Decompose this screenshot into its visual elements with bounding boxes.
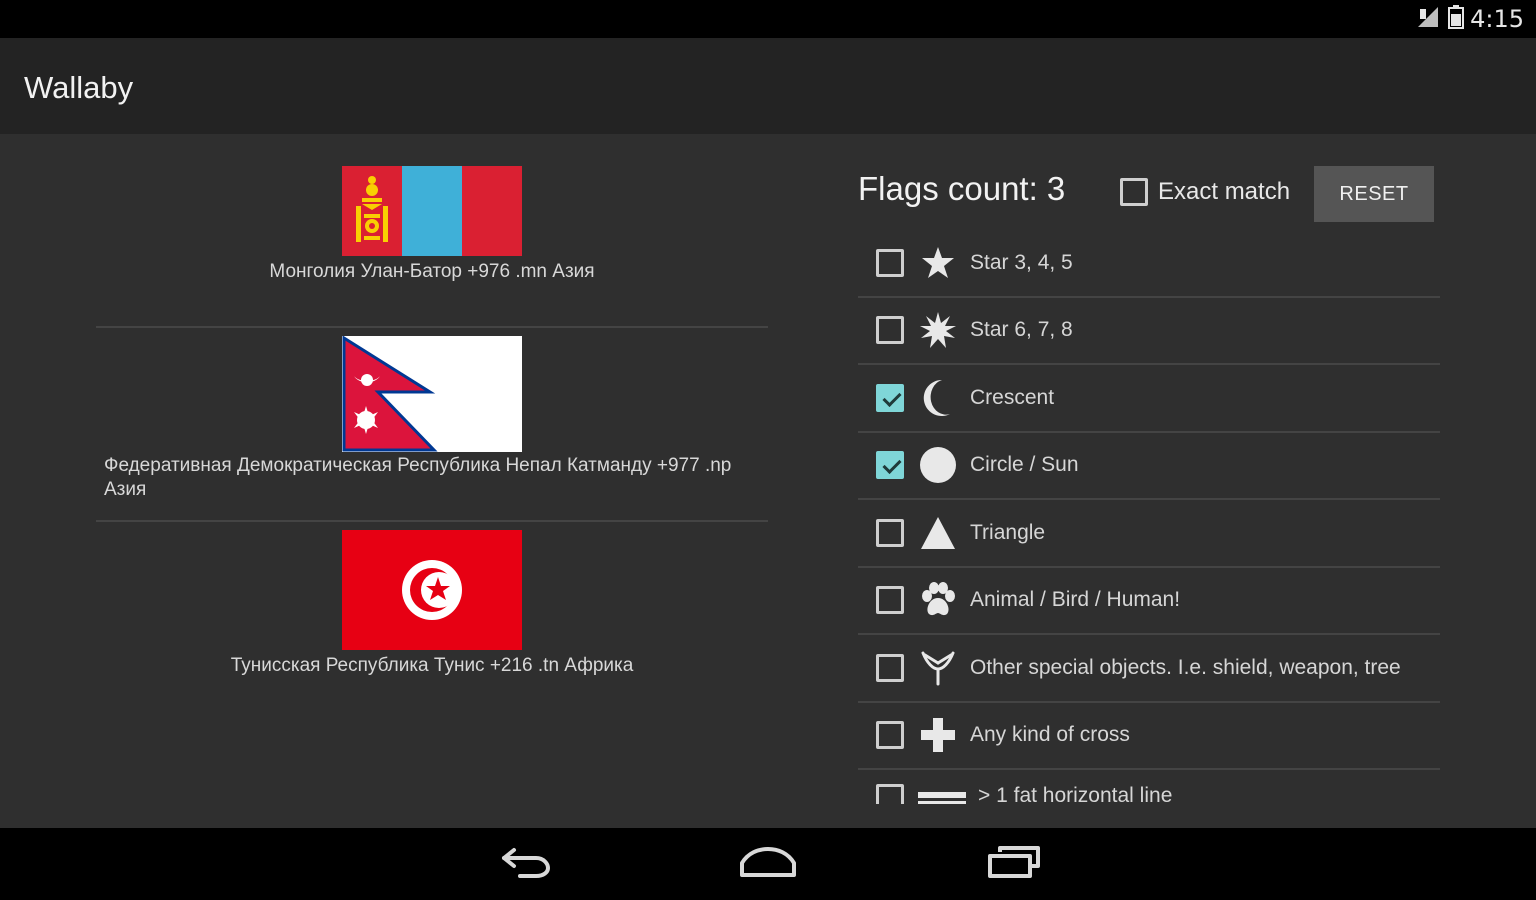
home-icon	[738, 845, 798, 884]
back-button[interactable]	[494, 842, 558, 886]
content: Монголия Улан-Батор +976 .mn Азия Федера…	[0, 134, 1536, 828]
status-bar: 4:15	[0, 0, 1536, 38]
sunburst-star-icon	[918, 310, 958, 350]
filter-row-triangle[interactable]: Triangle	[858, 500, 1440, 568]
filter-row-cross[interactable]: Any kind of cross	[858, 703, 1440, 770]
filter-label: > 1 fat horizontal line	[978, 784, 1173, 804]
battery-icon	[1448, 4, 1465, 34]
star-icon	[918, 243, 958, 283]
signal-icon	[1416, 5, 1442, 34]
exact-match-checkbox-box[interactable]	[1120, 178, 1148, 206]
filter-checkbox[interactable]	[876, 451, 904, 480]
filter-row-horizontal-lines[interactable]: > 1 fat horizontal line	[858, 770, 1440, 804]
flag-list-item[interactable]: Федеративная Демократическая Республика …	[96, 336, 768, 522]
back-icon	[498, 844, 554, 885]
horizontal-lines-icon	[918, 784, 966, 804]
filter-row-special-objects[interactable]: Other special objects. I.e. shield, weap…	[858, 635, 1440, 703]
filter-row-animal[interactable]: Animal / Bird / Human!	[858, 568, 1440, 635]
flag-caption: Монголия Улан-Батор +976 .mn Азия	[269, 261, 595, 282]
status-icons: 4:15	[1416, 4, 1524, 34]
screen: 4:15 Wallaby Монголия Улан-Батор +976 .m…	[0, 0, 1536, 900]
filter-label: Star 6, 7, 8	[970, 318, 1073, 342]
filter-checkbox[interactable]	[876, 721, 904, 750]
filter-label: Crescent	[970, 385, 1055, 409]
reset-button[interactable]: RESET	[1314, 166, 1434, 222]
filter-checkbox[interactable]	[876, 518, 904, 547]
filter-label: Star 3, 4, 5	[970, 250, 1073, 274]
filter-label: Any kind of cross	[970, 723, 1130, 747]
filter-checkbox[interactable]	[876, 653, 904, 682]
home-button[interactable]	[736, 842, 800, 886]
filter-row-star-6-7-8[interactable]: Star 6, 7, 8	[858, 298, 1440, 365]
action-bar: Wallaby	[0, 38, 1536, 134]
filter-label: Triangle	[970, 520, 1046, 544]
circle-icon	[918, 445, 958, 485]
status-time: 4:15	[1470, 5, 1524, 33]
filter-checkbox[interactable]	[876, 316, 904, 345]
filter-label: Circle / Sun	[970, 453, 1079, 477]
cross-icon	[918, 715, 958, 755]
filter-list: Star 3, 4, 5 Star 6, 7, 8 Crescent Circl…	[858, 230, 1440, 804]
filter-panel: Flags count: 3 Exact match RESET Star 3,…	[858, 134, 1440, 804]
paw-icon	[918, 580, 958, 620]
exact-match-checkbox[interactable]: Exact match	[1120, 178, 1290, 206]
flag-caption: Тунисская Республика Тунис +216 .tn Афри…	[230, 655, 634, 676]
app-title: Wallaby	[24, 70, 134, 105]
filter-checkbox[interactable]	[876, 784, 904, 804]
filter-row-star-3-4-5[interactable]: Star 3, 4, 5	[858, 230, 1440, 298]
filter-checkbox[interactable]	[876, 586, 904, 615]
flags-count-label: Flags count: 3	[858, 170, 1066, 207]
slingshot-icon	[918, 648, 958, 688]
nepal-flag-icon	[342, 336, 522, 452]
filter-row-circle-sun[interactable]: Circle / Sun	[858, 433, 1440, 500]
flag-list-item[interactable]: Монголия Улан-Батор +976 .mn Азия	[96, 166, 768, 328]
filter-checkbox[interactable]	[876, 248, 904, 277]
filter-checkbox[interactable]	[876, 383, 904, 412]
triangle-icon	[918, 513, 958, 553]
filter-header: Flags count: 3 Exact match RESET	[858, 134, 1440, 230]
crescent-icon	[918, 378, 958, 418]
tunisia-flag-icon	[342, 530, 522, 650]
exact-match-label: Exact match	[1158, 178, 1291, 205]
flag-list-item[interactable]: Тунисская Республика Тунис +216 .tn Афри…	[96, 530, 768, 692]
navigation-bar	[0, 828, 1536, 900]
filter-label: Animal / Bird / Human!	[970, 588, 1181, 612]
flag-list[interactable]: Монголия Улан-Батор +976 .mn Азия Федера…	[96, 134, 768, 692]
mongolia-flag-icon	[342, 166, 522, 256]
recents-button[interactable]	[982, 842, 1046, 886]
recents-icon	[986, 844, 1042, 885]
flag-caption: Федеративная Демократическая Республика …	[104, 455, 732, 500]
filter-row-crescent[interactable]: Crescent	[858, 365, 1440, 433]
filter-label: Other special objects. I.e. shield, weap…	[970, 655, 1401, 679]
